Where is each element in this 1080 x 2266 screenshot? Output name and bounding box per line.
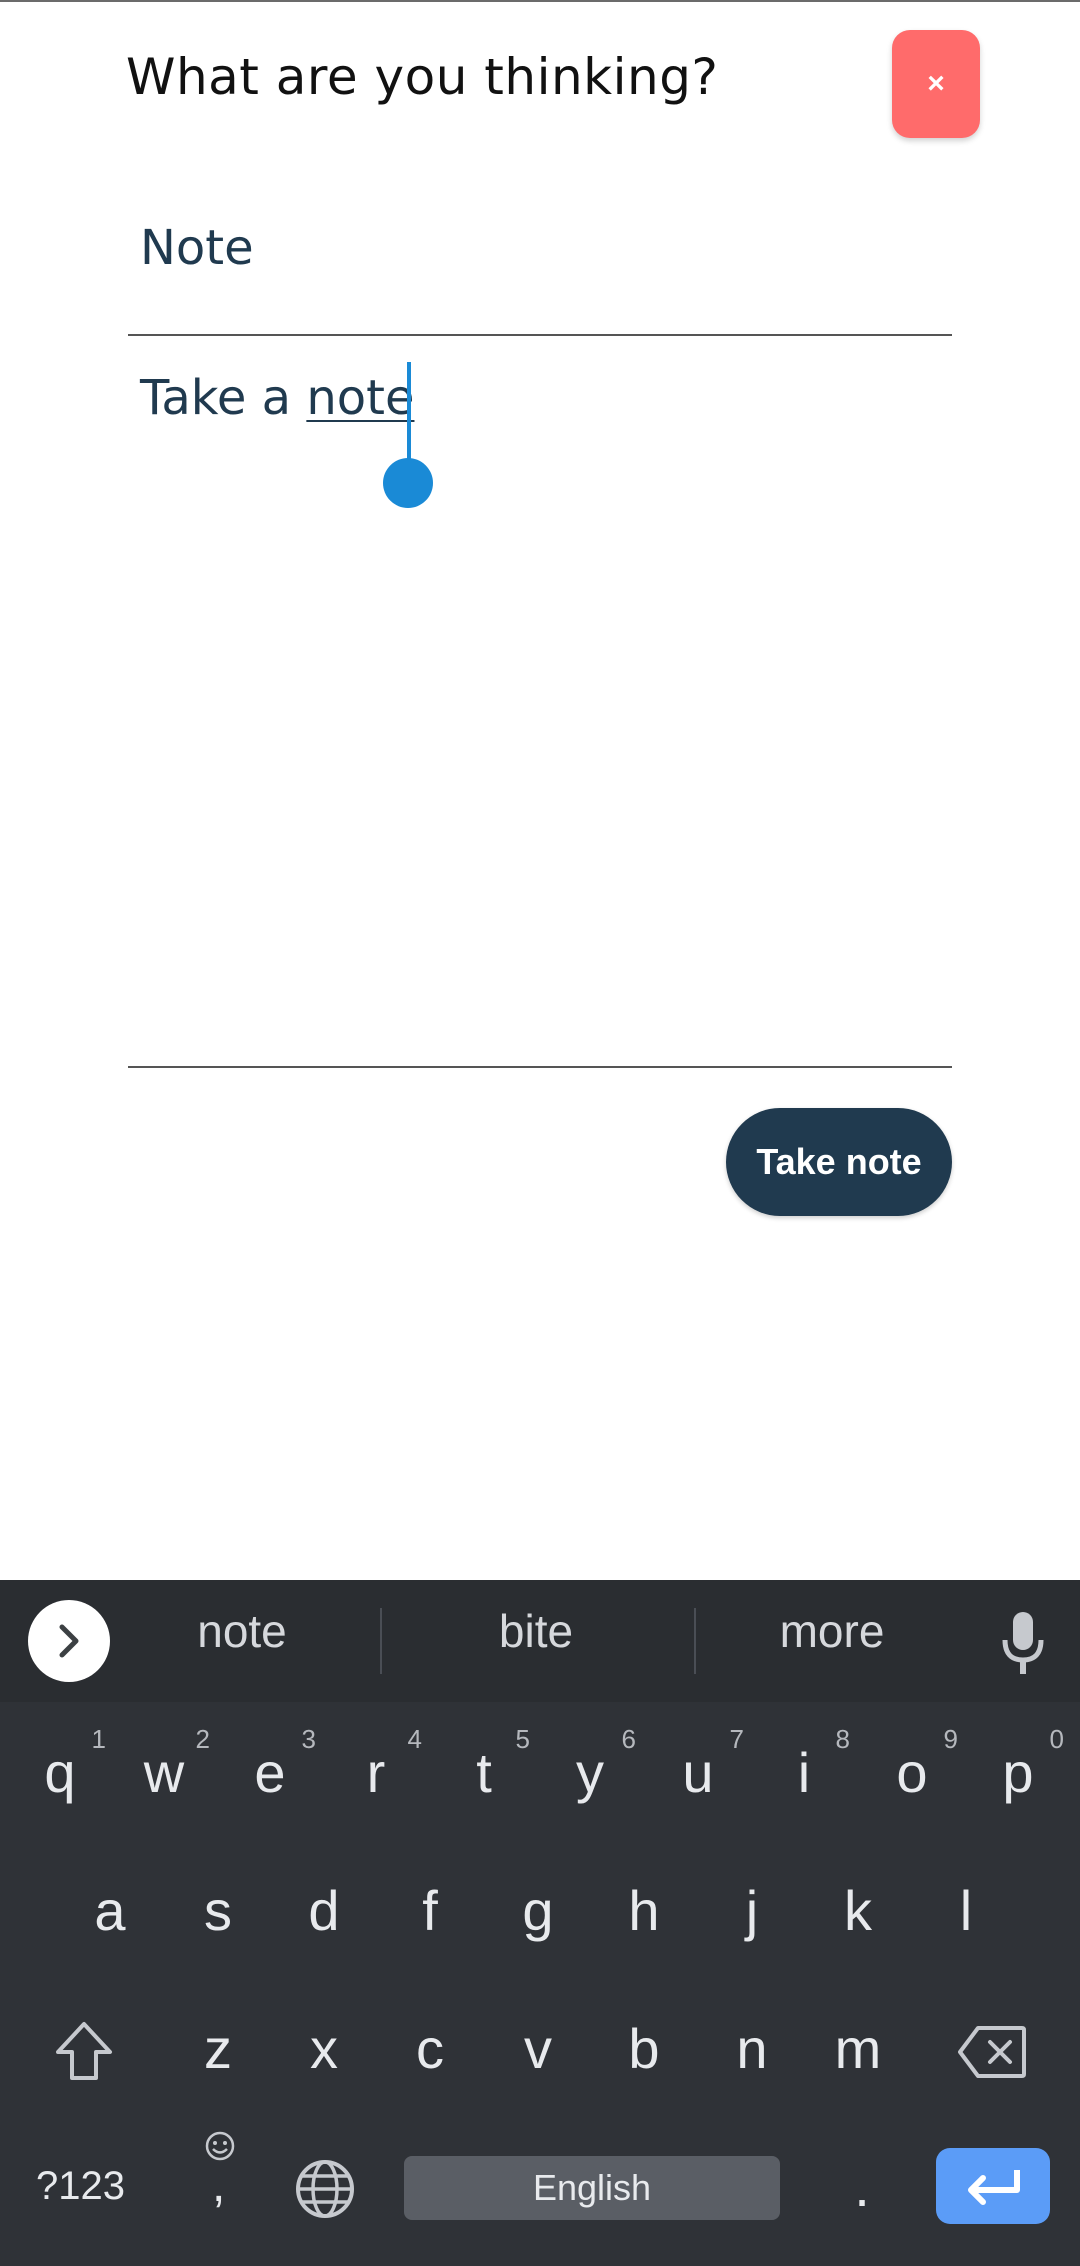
space-key[interactable]: English	[404, 2156, 780, 2220]
key-b[interactable]: b	[620, 2016, 668, 2081]
key-c[interactable]: c	[406, 2016, 454, 2081]
key-t[interactable]: t5	[460, 1724, 530, 1805]
enter-key[interactable]	[936, 2148, 1050, 2224]
emoji-comma-key[interactable]: ,	[200, 2128, 240, 2218]
suggestion-divider	[380, 1608, 382, 1674]
suggestion-3[interactable]: more	[702, 1604, 962, 1658]
key-k[interactable]: k	[834, 1878, 882, 1943]
suggestion-1[interactable]: note	[112, 1604, 372, 1658]
note-title-input[interactable]: Note	[128, 210, 952, 336]
key-a[interactable]: a	[86, 1878, 134, 1943]
key-y[interactable]: y6	[566, 1724, 636, 1805]
backspace-icon[interactable]	[956, 2024, 1028, 2080]
suggestion-bar: note bite more	[0, 1580, 1080, 1702]
note-body-composing-word: note	[306, 370, 415, 426]
key-o[interactable]: o9	[888, 1724, 958, 1805]
symbols-key[interactable]: ?123	[36, 2164, 125, 2209]
key-e[interactable]: e3	[246, 1724, 316, 1805]
key-g[interactable]: g	[514, 1878, 562, 1943]
note-body-prefix: Take a	[140, 370, 307, 426]
enter-icon	[968, 2170, 1020, 2205]
key-l[interactable]: l	[942, 1878, 990, 1943]
key-j[interactable]: j	[728, 1878, 776, 1943]
key-z[interactable]: z	[194, 2016, 242, 2081]
note-body-input[interactable]: Take a note	[128, 336, 952, 1068]
close-button[interactable]: ×	[892, 30, 980, 138]
key-p[interactable]: p0	[994, 1724, 1064, 1805]
key-q[interactable]: q1	[36, 1724, 106, 1805]
page-title: What are you thinking?	[126, 48, 719, 106]
close-icon: ×	[927, 67, 945, 100]
text-cursor	[407, 362, 411, 468]
key-u[interactable]: u7	[674, 1724, 744, 1805]
key-f[interactable]: f	[406, 1878, 454, 1943]
comma-label: ,	[212, 2159, 226, 2212]
note-title-value: Note	[140, 220, 254, 276]
key-r[interactable]: r4	[352, 1724, 422, 1805]
cursor-handle[interactable]	[383, 458, 433, 508]
suggestion-divider	[694, 1608, 696, 1674]
shift-icon[interactable]	[52, 2018, 116, 2084]
globe-icon[interactable]	[294, 2158, 356, 2220]
suggestion-2[interactable]: bite	[406, 1604, 666, 1658]
key-v[interactable]: v	[514, 2016, 562, 2081]
period-key[interactable]: .	[838, 2154, 886, 2219]
key-w[interactable]: w2	[140, 1724, 210, 1805]
key-m[interactable]: m	[834, 2016, 882, 2081]
key-s[interactable]: s	[194, 1878, 242, 1943]
key-i[interactable]: i8	[780, 1724, 850, 1805]
microphone-icon[interactable]	[998, 1610, 1048, 1676]
expand-chevron-icon[interactable]	[28, 1600, 110, 1682]
note-body-value: Take a note	[140, 370, 414, 426]
key-d[interactable]: d	[300, 1878, 348, 1943]
key-h[interactable]: h	[620, 1878, 668, 1943]
key-x[interactable]: x	[300, 2016, 348, 2081]
key-n[interactable]: n	[728, 2016, 776, 2081]
top-divider	[0, 0, 1080, 2]
soft-keyboard: note bite more q1 w2 e3 r4 t5 y6 u7 i8 o…	[0, 1580, 1080, 2266]
take-note-button[interactable]: Take note	[726, 1108, 952, 1216]
